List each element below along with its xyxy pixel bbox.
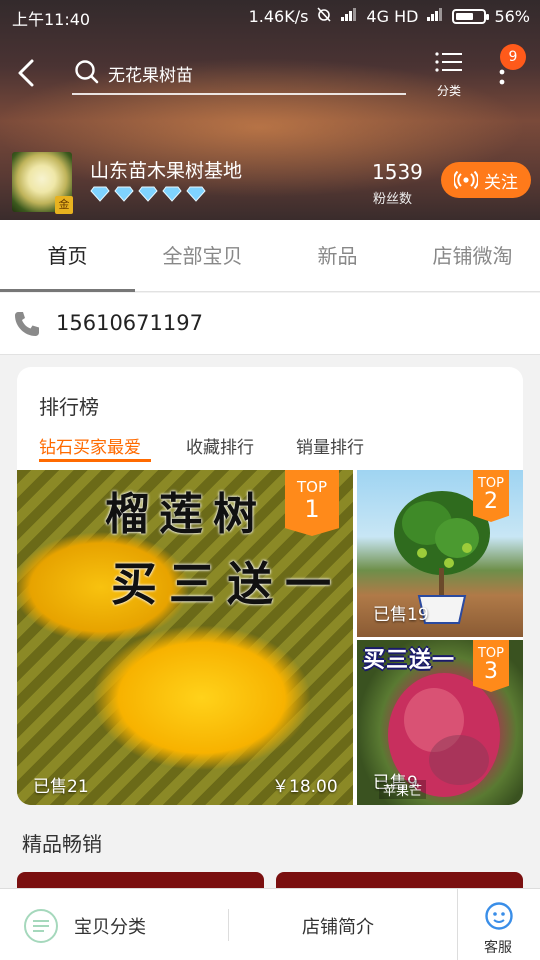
diamond-icon <box>162 186 182 202</box>
divider <box>228 909 229 941</box>
shop-header: 上午11:40 1.46K/s 4G HD 56% 无花果树苗 分类 9 金 山… <box>0 0 540 220</box>
phone-row[interactable]: 15610671197 <box>0 293 540 355</box>
phone-number: 15610671197 <box>56 311 203 335</box>
tab-home[interactable]: 首页 <box>0 220 135 292</box>
gold-seller-badge: 金 <box>55 196 73 214</box>
ranking-tab-favorites[interactable]: 收藏排行 <box>186 433 254 458</box>
fruit-label: 苹果芒 <box>379 780 427 799</box>
tab-new-items[interactable]: 新品 <box>270 220 405 292</box>
battery-percent: 56% <box>494 6 530 26</box>
ranking-tab-indicator <box>39 459 151 462</box>
status-bar: 上午11:40 1.46K/s 4G HD 56% <box>0 0 540 30</box>
sold-count: 已售19 <box>373 605 429 625</box>
active-tab-indicator <box>0 289 135 292</box>
search-input[interactable] <box>108 57 398 89</box>
service-face-icon[interactable] <box>484 901 514 931</box>
search-bar[interactable] <box>72 55 406 95</box>
notification-badge: 9 <box>500 44 526 70</box>
category-label: 分类 <box>436 84 461 98</box>
item-price: ￥18.00 <box>272 777 338 797</box>
diamond-icon <box>186 186 206 202</box>
fans-label: 粉丝数 <box>373 192 413 207</box>
battery-icon <box>452 8 490 24</box>
rank-top-label: TOP <box>296 478 327 496</box>
broadcast-icon <box>454 171 478 189</box>
diamond-icon <box>90 186 110 202</box>
promo-text-line1: 榴莲树 <box>105 489 267 540</box>
ranking-item-3[interactable]: 买三送一 TOP 3 已售9 苹果芒 <box>357 640 523 805</box>
divider <box>457 889 458 960</box>
shop-intro-button[interactable]: 店铺简介 <box>302 913 374 939</box>
rank-badge-3: TOP 3 <box>473 640 509 692</box>
diamond-icon <box>114 186 134 202</box>
fans-count: 1539 <box>372 160 423 184</box>
follow-label: 关注 <box>484 172 518 193</box>
signal-icon-2 <box>426 7 444 25</box>
shop-name: 山东苗木果树基地 <box>90 160 243 182</box>
promo-text: 买三送一 <box>363 648 456 673</box>
ranking-tab-diamond-favorite[interactable]: 钻石买家最爱 <box>39 433 141 458</box>
ranking-item-2[interactable]: TOP 2 已售19 <box>357 470 523 637</box>
ranking-tab-sales[interactable]: 销量排行 <box>296 433 364 458</box>
ranking-card: 排行榜 钻石买家最爱 收藏排行 销量排行 榴莲树 买三送一 TOP 1 已售21… <box>17 367 523 805</box>
bottom-bar: 宝贝分类 店铺简介 客服 <box>0 888 540 960</box>
promo-text-line2: 买三送一 <box>111 557 343 611</box>
featured-title: 精品畅销 <box>22 832 102 856</box>
rank-number: 1 <box>304 495 320 523</box>
back-button[interactable] <box>12 55 44 91</box>
diamond-icon <box>138 186 158 202</box>
rank-number: 2 <box>484 489 498 514</box>
phone-icon <box>15 312 39 336</box>
signal-icon <box>340 7 358 25</box>
diamond-rating <box>90 186 206 202</box>
alarm-off-icon <box>316 6 332 26</box>
tab-all-items[interactable]: 全部宝贝 <box>135 220 270 292</box>
back-arrow-icon <box>18 59 34 87</box>
ranking-item-1[interactable]: 榴莲树 买三送一 TOP 1 已售21 ￥18.00 <box>17 470 353 805</box>
follow-button[interactable]: 关注 <box>441 162 531 198</box>
category-icon[interactable] <box>22 907 60 945</box>
sold-count: 已售21 <box>33 777 89 797</box>
tab-shop-feed[interactable]: 店铺微淘 <box>405 220 540 292</box>
rank-badge-1: TOP 1 <box>285 470 339 536</box>
customer-service-button[interactable]: 客服 <box>484 937 512 957</box>
network-speed: 1.46K/s <box>248 6 309 26</box>
rank-badge-2: TOP 2 <box>473 470 509 522</box>
item-category-button[interactable]: 宝贝分类 <box>74 913 146 939</box>
status-right-group: 1.46K/s 4G HD 56% <box>249 6 530 26</box>
rank-number: 3 <box>484 659 498 684</box>
ranking-title: 排行榜 <box>39 395 99 419</box>
network-type: 4G HD <box>366 6 419 26</box>
shop-tabs: 首页 全部宝贝 新品 店铺微淘 <box>0 220 540 292</box>
status-time: 上午11:40 <box>12 10 91 29</box>
list-icon <box>435 52 462 72</box>
search-icon <box>75 60 99 84</box>
category-button[interactable]: 分类 <box>424 50 474 102</box>
